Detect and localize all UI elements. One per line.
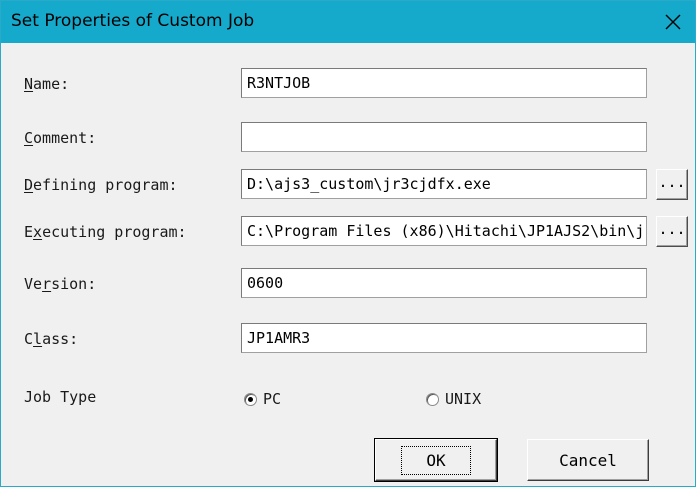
radio-selected-icon: [244, 392, 257, 406]
comment-label: Comment:: [24, 129, 97, 147]
defining-program-field[interactable]: D:\ajs3_custom\jr3cjdfx.exe: [241, 169, 647, 199]
ok-button[interactable]: OK: [374, 438, 498, 482]
defining-program-label: Defining program:: [24, 176, 178, 194]
version-label: Version:: [24, 275, 97, 293]
dialog-window: Set Properties of Custom Job Name: R3NTJ…: [0, 0, 696, 487]
job-type-unix-label: UNIX: [445, 390, 482, 408]
title-bar[interactable]: Set Properties of Custom Job: [1, 1, 695, 43]
close-button[interactable]: [653, 5, 693, 39]
close-icon: [665, 14, 681, 30]
job-type-unix-radio[interactable]: UNIX: [426, 390, 481, 408]
radio-unselected-icon: [426, 392, 439, 406]
name-label: Name:: [24, 75, 70, 93]
job-type-pc-radio[interactable]: PC: [244, 390, 281, 408]
version-field[interactable]: 0600: [241, 268, 647, 298]
class-field[interactable]: JP1AMR3: [241, 323, 647, 353]
class-label: Class:: [24, 330, 79, 348]
cancel-button[interactable]: Cancel: [527, 439, 649, 481]
executing-program-label: Executing program:: [24, 223, 187, 241]
name-field[interactable]: R3NTJOB: [241, 68, 647, 98]
comment-field[interactable]: [241, 122, 647, 152]
job-type-label: Job Type: [24, 388, 97, 406]
executing-program-browse-button[interactable]: ...: [656, 216, 688, 247]
dialog-title: Set Properties of Custom Job: [11, 11, 255, 31]
ok-button-label: OK: [401, 445, 471, 475]
defining-program-browse-button[interactable]: ...: [656, 169, 688, 200]
dialog-body: Name: R3NTJOB Comment: Defining program:…: [1, 43, 695, 486]
executing-program-field[interactable]: C:\Program Files (x86)\Hitachi\JP1AJS2\b…: [241, 216, 647, 246]
job-type-pc-label: PC: [263, 390, 282, 408]
